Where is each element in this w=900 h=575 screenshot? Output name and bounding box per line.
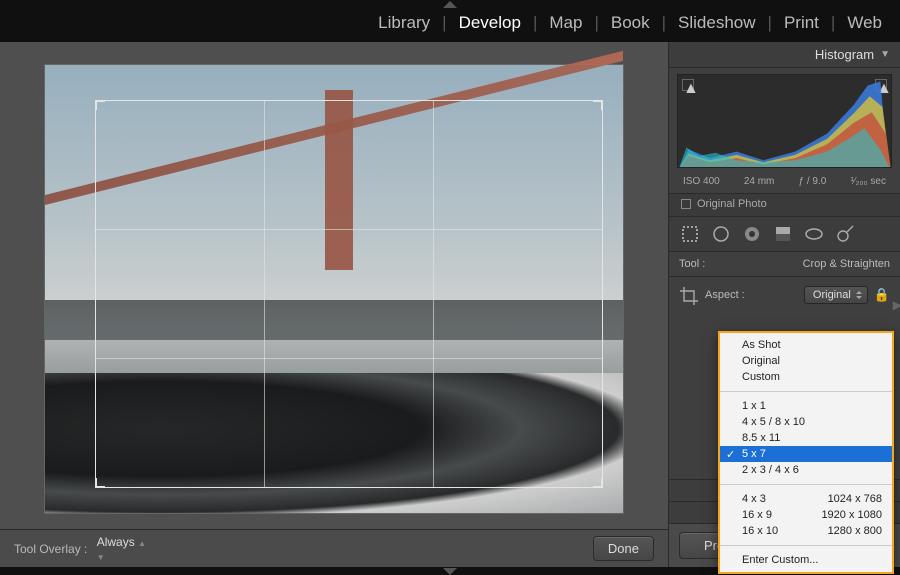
nav-library[interactable]: Library (374, 13, 434, 33)
crop-handle-tr[interactable] (593, 100, 603, 110)
crop-tool-icon[interactable] (679, 223, 701, 245)
aspect-option[interactable]: Custom (720, 369, 892, 385)
crop-handle-tl[interactable] (95, 100, 105, 110)
nav-web[interactable]: Web (843, 13, 886, 33)
aspect-option[interactable]: 8.5 x 11 (720, 430, 892, 446)
aspect-option[interactable]: 16 x 101280 x 800 (720, 523, 892, 539)
histogram-header[interactable]: Histogram▼ (669, 42, 900, 68)
aspect-option[interactable]: 4 x 5 / 8 x 10 (720, 414, 892, 430)
brush-tool-icon[interactable] (834, 223, 856, 245)
aspect-option[interactable]: Enter Custom... (720, 552, 892, 568)
done-button[interactable]: Done (593, 536, 654, 561)
grad-filter-icon[interactable] (772, 223, 794, 245)
tool-overlay-label: Tool Overlay : (14, 542, 87, 556)
aspect-option[interactable]: 2 x 3 / 4 x 6 (720, 462, 892, 478)
histogram[interactable]: ▲ ▲ (677, 74, 892, 168)
lock-icon[interactable]: 🔒 (874, 287, 890, 303)
aspect-label: Aspect : (705, 289, 745, 301)
aspect-option[interactable]: As Shot (720, 337, 892, 353)
crop-rectangle[interactable] (95, 100, 603, 488)
image-canvas[interactable] (0, 42, 668, 529)
tool-name: Crop & Straighten (803, 258, 890, 270)
crop-aspect-icon (679, 285, 699, 305)
radial-filter-icon[interactable] (803, 223, 825, 245)
right-panel: Histogram▼ ▲ ▲ ISO 40024 mmƒ / 9.0¹⁄₂₀₀ … (668, 42, 900, 567)
nav-develop[interactable]: Develop (455, 13, 525, 33)
nav-slideshow[interactable]: Slideshow (674, 13, 760, 33)
aspect-dropdown-menu: As ShotOriginalCustom 1 x 14 x 5 / 8 x 10… (718, 331, 894, 574)
aspect-option[interactable]: 1 x 1 (720, 398, 892, 414)
crop-handle-br[interactable] (593, 478, 603, 488)
exif-row: ISO 40024 mmƒ / 9.0¹⁄₂₀₀ sec (669, 172, 900, 193)
nav-map[interactable]: Map (545, 13, 586, 33)
module-nav: Library|Develop|Map|Book|Slideshow|Print… (0, 8, 900, 42)
tool-label: Tool : (679, 258, 705, 270)
nav-print[interactable]: Print (780, 13, 823, 33)
aspect-option[interactable]: 5 x 7 (720, 446, 892, 462)
aspect-option[interactable]: 16 x 91920 x 1080 (720, 507, 892, 523)
develop-toolstrip (669, 217, 900, 252)
spot-tool-icon[interactable] (710, 223, 732, 245)
right-panel-collapse-icon[interactable]: ▶ (893, 298, 900, 312)
crop-handle-bl[interactable] (95, 478, 105, 488)
original-photo-toggle[interactable]: Original Photo (669, 193, 900, 217)
photo-preview (44, 64, 624, 514)
aspect-option[interactable]: 4 x 31024 x 768 (720, 491, 892, 507)
redeye-tool-icon[interactable] (741, 223, 763, 245)
aspect-option[interactable]: Original (720, 353, 892, 369)
top-panel-toggle[interactable] (0, 0, 900, 8)
nav-book[interactable]: Book (607, 13, 654, 33)
aspect-dropdown[interactable]: Original (804, 286, 868, 304)
tool-overlay-select[interactable]: Always ▲▼ (91, 533, 152, 565)
